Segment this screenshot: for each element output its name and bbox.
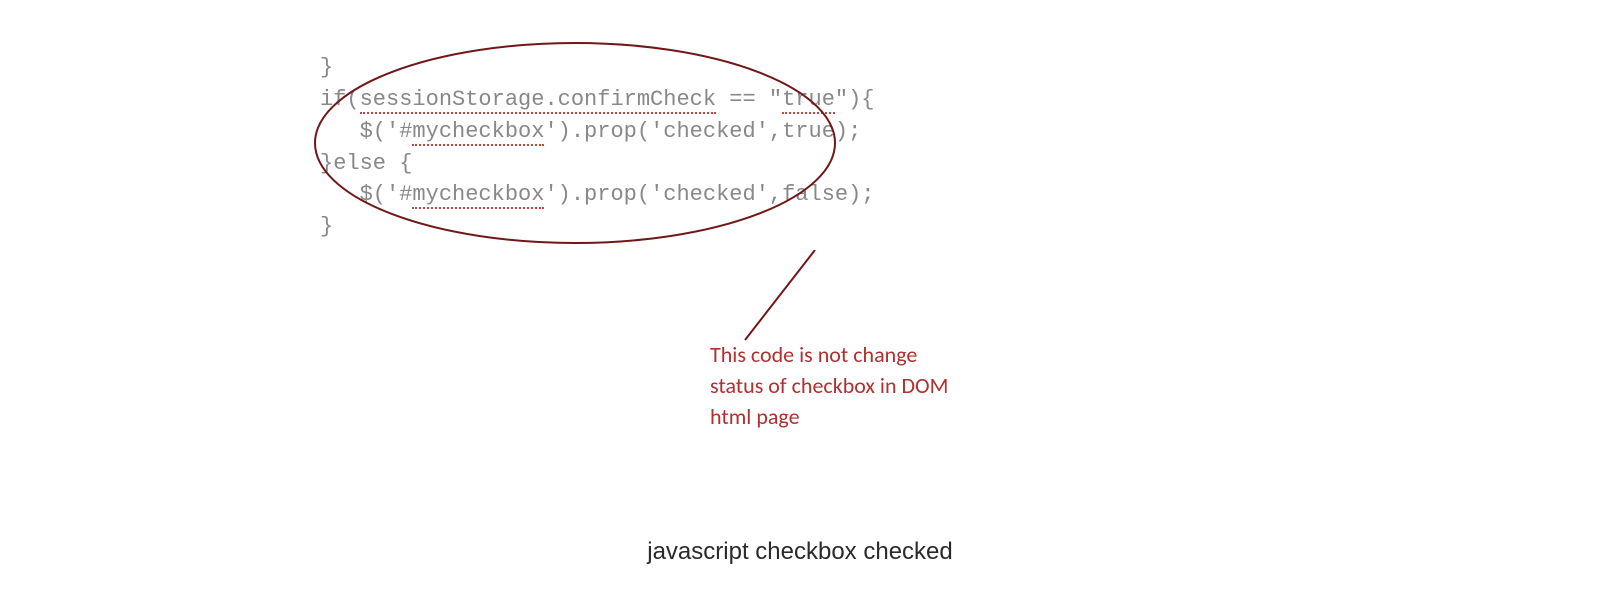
code-line-2c: == "	[716, 87, 782, 112]
code-line-4: }else {	[320, 151, 412, 176]
code-line-3c: ').prop('checked',true);	[544, 119, 861, 144]
code-line-5c: ').prop('checked',false);	[544, 182, 874, 207]
code-block: } if(sessionStorage.confirmCheck == "tru…	[320, 20, 875, 243]
code-line-3b: mycheckbox	[412, 119, 544, 146]
code-line-2e: "){	[835, 87, 875, 112]
code-line-5a: $('#	[320, 182, 412, 207]
code-line-2b: sessionStorage.confirmCheck	[360, 87, 716, 114]
code-line-2a: if(	[320, 87, 360, 112]
caption: javascript checkbox checked	[0, 538, 1600, 566]
code-line-3a: $('#	[320, 119, 412, 144]
code-line-6: }	[320, 214, 333, 239]
annotation-connector	[720, 250, 840, 350]
annotation-text: This code is not change status of checkb…	[710, 340, 970, 432]
code-line-1: }	[320, 55, 333, 80]
code-line-5b: mycheckbox	[412, 182, 544, 209]
code-line-2d: true	[782, 87, 835, 114]
